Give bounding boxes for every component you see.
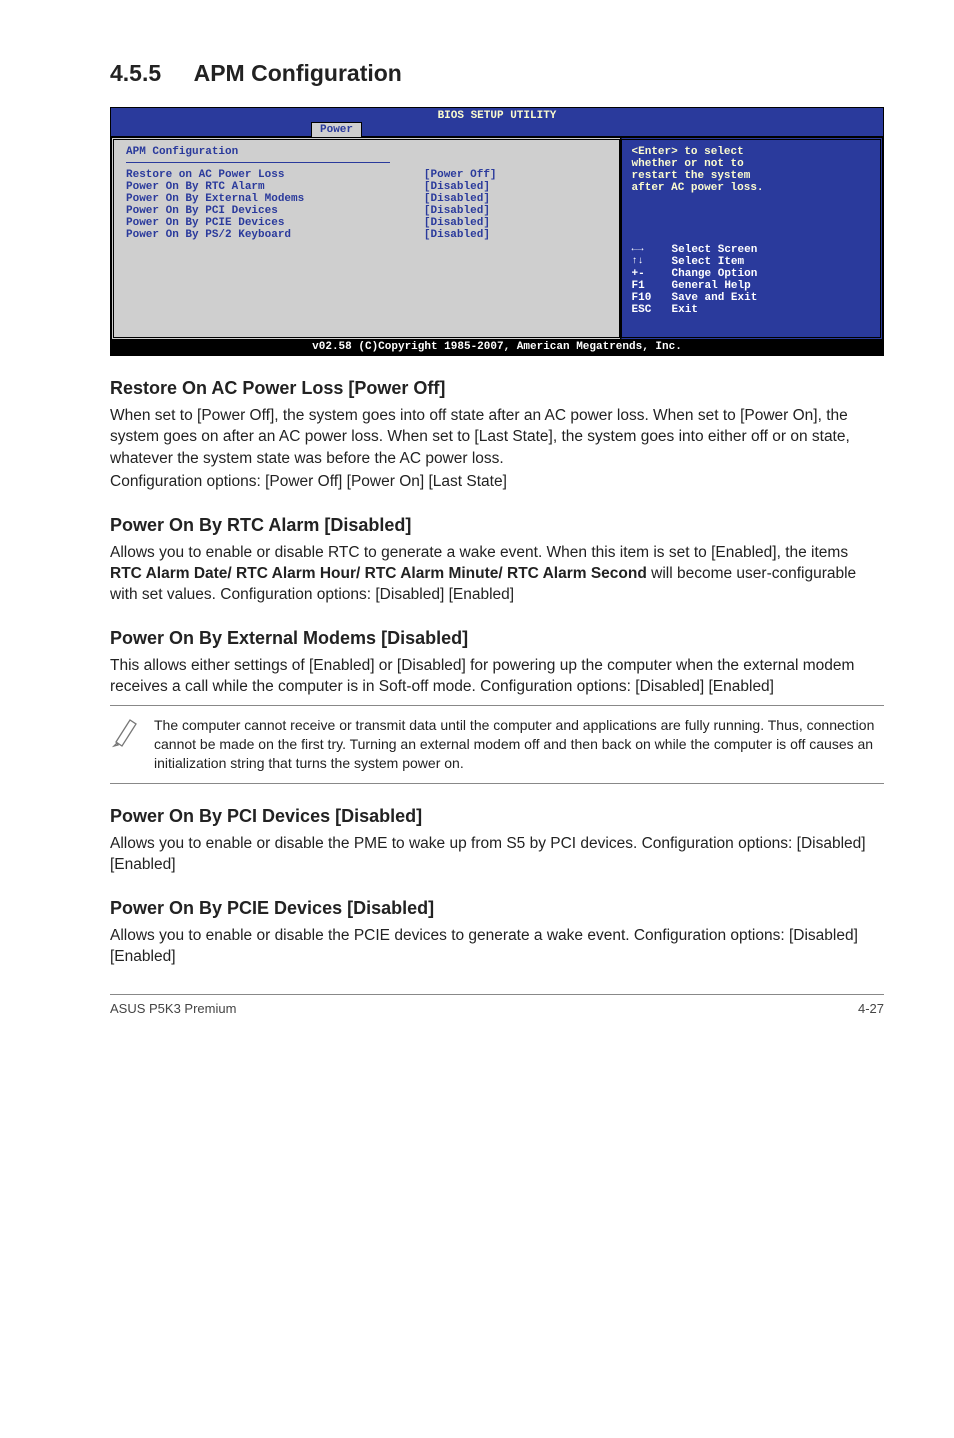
arrows-lr-icon: ←→ xyxy=(632,244,672,256)
bios-row: Power On By PCIE Devices[Disabled] xyxy=(126,217,607,229)
bios-setting-value: [Power Off] xyxy=(424,169,497,181)
bios-setting-label: Power On By PS/2 Keyboard xyxy=(126,229,424,241)
bios-row: Power On By RTC Alarm[Disabled] xyxy=(126,181,607,193)
bios-row: Power On By PS/2 Keyboard[Disabled] xyxy=(126,229,607,241)
bios-row: Power On By External Modems[Disabled] xyxy=(126,193,607,205)
page-footer: ASUS P5K3 Premium 4-27 xyxy=(110,994,884,1016)
subheading-rtc-alarm: Power On By RTC Alarm [Disabled] xyxy=(110,515,884,536)
section-title: APM Configuration xyxy=(194,60,402,86)
paragraph: This allows either settings of [Enabled]… xyxy=(110,655,884,698)
note-text: The computer cannot receive or transmit … xyxy=(154,716,884,773)
bios-setting-value: [Disabled] xyxy=(424,229,490,241)
bios-setting-label: Restore on AC Power Loss xyxy=(126,169,424,181)
bios-title: BIOS SETUP UTILITY xyxy=(111,108,883,122)
bios-setting-label: Power On By External Modems xyxy=(126,193,424,205)
bios-tab-power: Power xyxy=(311,122,362,137)
bios-footer: v02.58 (C)Copyright 1985-2007, American … xyxy=(111,340,883,355)
note-block: The computer cannot receive or transmit … xyxy=(110,705,884,784)
bios-setting-value: [Disabled] xyxy=(424,181,490,193)
bold-text: RTC Alarm Date/ RTC Alarm Hour/ RTC Alar… xyxy=(110,565,647,582)
footer-page-number: 4-27 xyxy=(858,1001,884,1016)
paragraph: When set to [Power Off], the system goes… xyxy=(110,405,884,469)
text-run: Allows you to enable or disable RTC to g… xyxy=(110,544,848,561)
arrows-ud-icon: ↑↓ xyxy=(632,256,672,268)
bios-help-line: whether or not to xyxy=(632,158,870,170)
bios-setting-label: Power On By PCI Devices xyxy=(126,205,424,217)
bios-nav-help: ←→Select Screen ↑↓Select Item +-Change O… xyxy=(632,244,870,316)
nav-label: Select Screen xyxy=(672,244,758,256)
bios-help-line: <Enter> to select xyxy=(632,146,870,158)
bios-setting-label: Power On By RTC Alarm xyxy=(126,181,424,193)
paragraph: Allows you to enable or disable RTC to g… xyxy=(110,542,884,606)
section-heading: 4.5.5 APM Configuration xyxy=(110,60,884,87)
bios-row: Restore on AC Power Loss[Power Off] xyxy=(126,169,607,181)
subheading-pci: Power On By PCI Devices [Disabled] xyxy=(110,806,884,827)
nav-label: General Help xyxy=(672,280,751,292)
nav-label: Save and Exit xyxy=(672,292,758,304)
nav-label: Change Option xyxy=(672,268,758,280)
bios-screenshot: BIOS SETUP UTILITY Power APM Configurati… xyxy=(110,107,884,356)
bios-setting-label: Power On By PCIE Devices xyxy=(126,217,424,229)
bios-help-line: after AC power loss. xyxy=(632,182,870,194)
paragraph: Allows you to enable or disable the PME … xyxy=(110,833,884,876)
section-number: 4.5.5 xyxy=(110,60,161,86)
subheading-restore-ac: Restore On AC Power Loss [Power Off] xyxy=(110,378,884,399)
nav-f1: F1 xyxy=(632,280,672,292)
nav-f10: F10 xyxy=(632,292,672,304)
bios-row: Power On By PCI Devices[Disabled] xyxy=(126,205,607,217)
note-icon xyxy=(110,716,154,753)
paragraph: Configuration options: [Power Off] [Powe… xyxy=(110,471,884,492)
bios-setting-value: [Disabled] xyxy=(424,205,490,217)
footer-left: ASUS P5K3 Premium xyxy=(110,1001,236,1016)
subheading-pcie: Power On By PCIE Devices [Disabled] xyxy=(110,898,884,919)
subheading-external-modems: Power On By External Modems [Disabled] xyxy=(110,628,884,649)
divider xyxy=(126,162,390,163)
nav-label: Select Item xyxy=(672,256,745,268)
bios-group-title: APM Configuration xyxy=(126,146,607,158)
paragraph: Allows you to enable or disable the PCIE… xyxy=(110,925,884,968)
bios-help-line: restart the system xyxy=(632,170,870,182)
nav-esc: ESC xyxy=(632,304,672,316)
nav-plusminus: +- xyxy=(632,268,672,280)
nav-label: Exit xyxy=(672,304,698,316)
bios-setting-value: [Disabled] xyxy=(424,193,490,205)
bios-setting-value: [Disabled] xyxy=(424,217,490,229)
